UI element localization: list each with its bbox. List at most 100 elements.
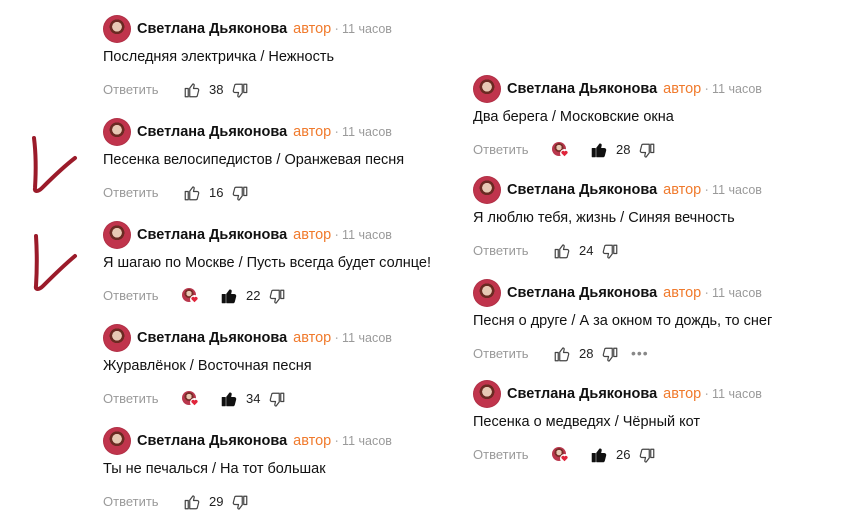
author-name[interactable]: Светлана Дьяконова: [507, 81, 657, 97]
comment-actions: Ответить 29: [103, 493, 423, 511]
like-count: 34: [246, 391, 261, 406]
comment-actions: Ответить 26: [473, 446, 793, 464]
dislike-icon[interactable]: [231, 185, 249, 203]
reply-button[interactable]: Ответить: [103, 494, 159, 509]
avatar[interactable]: [103, 221, 131, 249]
author-name[interactable]: Светлана Дьяконова: [137, 330, 287, 346]
separator-dot: ·: [704, 285, 710, 301]
comment-header: Светлана Дьяконова автор · 11 часов: [507, 285, 762, 301]
like-icon-filled[interactable]: [220, 390, 238, 408]
reply-button[interactable]: Ответить: [473, 447, 529, 462]
comment: Светлана Дьяконова автор · 11 часов Два бер…: [473, 75, 813, 165]
comment-text: Я шагаю по Москве / Пусть всегда будет с…: [103, 255, 432, 271]
avatar[interactable]: [103, 324, 131, 352]
separator-dot: ·: [704, 81, 710, 97]
dislike-icon[interactable]: [638, 142, 656, 160]
like-icon[interactable]: [553, 242, 571, 260]
like-count: 26: [616, 447, 631, 462]
comment-actions: Ответить 22: [103, 287, 423, 305]
author-name[interactable]: Светлана Дьяконова: [507, 386, 657, 402]
comment-header: Светлана Дьяконова автор · 11 часов: [137, 330, 392, 346]
avatar[interactable]: [473, 176, 501, 204]
reply-button[interactable]: Ответить: [103, 185, 159, 200]
avatar[interactable]: [473, 75, 501, 103]
author-name[interactable]: Светлана Дьяконова: [507, 182, 657, 198]
comment-time: 11 часов: [712, 183, 762, 197]
avatar[interactable]: [103, 427, 131, 455]
dislike-icon[interactable]: [601, 346, 619, 364]
heart-icon: [560, 149, 569, 158]
comment-actions: Ответить 38: [103, 81, 423, 99]
comment-time: 11 часов: [342, 22, 392, 36]
author-badge: автор: [663, 285, 702, 301]
dislike-icon[interactable]: [268, 288, 286, 306]
like-icon[interactable]: [183, 81, 201, 99]
author-badge: автор: [293, 21, 332, 37]
separator-dot: ·: [334, 330, 340, 346]
heart-icon: [190, 295, 199, 304]
heart-icon: [560, 454, 569, 463]
comment: Светлана Дьяконова автор · 11 часов Последн…: [103, 15, 443, 105]
author-name[interactable]: Светлана Дьяконова: [137, 227, 287, 243]
avatar[interactable]: [473, 279, 501, 307]
comment-header: Светлана Дьяконова автор · 11 часов: [137, 227, 392, 243]
comment-text: Два берега / Московские окна: [473, 109, 674, 125]
comment-text: Я люблю тебя, жизнь / Синяя вечность: [473, 210, 735, 226]
reply-button[interactable]: Ответить: [103, 82, 159, 97]
handwritten-check-mark-1: [32, 136, 77, 193]
like-icon-filled[interactable]: [220, 287, 238, 305]
handwritten-check-mark-2: [33, 234, 77, 291]
like-icon-filled[interactable]: [590, 446, 608, 464]
dislike-icon[interactable]: [601, 243, 619, 261]
like-icon-filled[interactable]: [590, 141, 608, 159]
dislike-icon[interactable]: [231, 494, 249, 512]
comment-time: 11 часов: [712, 286, 762, 300]
comment-time: 11 часов: [342, 228, 392, 242]
dislike-icon[interactable]: [268, 391, 286, 409]
comment: Светлана Дьяконова автор · 11 часов Ты не п…: [103, 427, 443, 517]
avatar[interactable]: [103, 118, 131, 146]
comment-text: Песенка велосипедистов / Оранжевая песня: [103, 152, 405, 168]
author-badge: автор: [293, 330, 332, 346]
reply-button[interactable]: Ответить: [103, 391, 159, 406]
comment: Светлана Дьяконова автор · 11 часов Я люблю…: [473, 176, 813, 266]
comment-actions: Ответить 16: [103, 184, 423, 202]
reply-button[interactable]: Ответить: [103, 288, 159, 303]
comment-time: 11 часов: [342, 434, 392, 448]
dislike-icon[interactable]: [638, 447, 656, 465]
like-icon[interactable]: [183, 493, 201, 511]
dislike-icon[interactable]: [231, 82, 249, 100]
reply-button[interactable]: Ответить: [473, 142, 529, 157]
author-badge: автор: [663, 81, 702, 97]
like-count: 16: [209, 185, 224, 200]
comment-text: Последняя электричка / Нежность: [103, 49, 335, 65]
separator-dot: ·: [334, 433, 340, 449]
reply-button[interactable]: Ответить: [473, 346, 529, 361]
author-name[interactable]: Светлана Дьяконова: [507, 285, 657, 301]
author-liked-indicator: [552, 142, 572, 160]
comment: Светлана Дьяконова автор · 11 часов Песенка…: [103, 118, 443, 208]
like-icon[interactable]: [183, 184, 201, 202]
comment-actions: Ответить 28: [473, 141, 793, 159]
comment-time: 11 часов: [342, 331, 392, 345]
author-name[interactable]: Светлана Дьяконова: [137, 124, 287, 140]
author-name[interactable]: Светлана Дьяконова: [137, 433, 287, 449]
comment-header: Светлана Дьяконова автор · 11 часов: [507, 182, 762, 198]
author-liked-indicator: [182, 391, 202, 409]
separator-dot: ·: [334, 227, 340, 243]
comment-actions: Ответить 28 •••: [473, 345, 793, 363]
separator-dot: ·: [704, 182, 710, 198]
author-name[interactable]: Светлана Дьяконова: [137, 21, 287, 37]
author-badge: автор: [663, 386, 702, 402]
like-icon[interactable]: [553, 345, 571, 363]
like-count: 22: [246, 288, 261, 303]
more-options-icon[interactable]: •••: [631, 345, 649, 361]
author-badge: автор: [293, 124, 332, 140]
avatar[interactable]: [473, 380, 501, 408]
comment-text: Ты не печалься / На тот большак: [103, 461, 326, 477]
avatar[interactable]: [103, 15, 131, 43]
reply-button[interactable]: Ответить: [473, 243, 529, 258]
comment-actions: Ответить 34: [103, 390, 423, 408]
like-count: 29: [209, 494, 224, 509]
comment-header: Светлана Дьяконова автор · 11 часов: [137, 21, 392, 37]
